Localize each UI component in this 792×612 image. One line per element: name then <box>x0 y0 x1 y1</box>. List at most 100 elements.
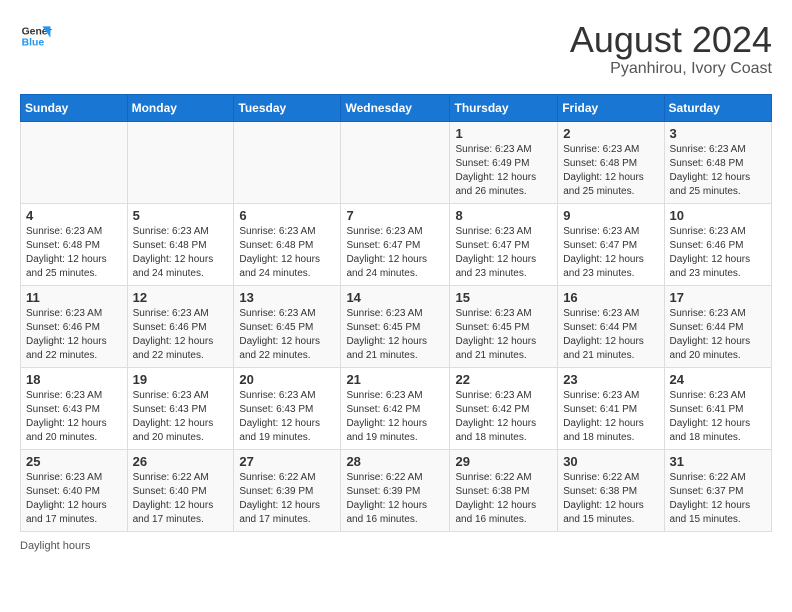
calendar-week-row: 11 Sunrise: 6:23 AM Sunset: 6:46 PM Dayli… <box>21 285 772 367</box>
calendar-day-header: Sunday <box>21 94 128 121</box>
logo-icon: General Blue <box>20 20 52 52</box>
day-info: Sunrise: 6:23 AM Sunset: 6:48 PM Dayligh… <box>133 225 229 281</box>
calendar-cell: 30Sunrise: 6:22 AM Sunset: 6:38 PM Dayli… <box>558 449 664 531</box>
calendar-day-header: Thursday <box>450 94 558 121</box>
day-info: Sunrise: 6:23 AM Sunset: 6:48 PM Dayligh… <box>563 143 658 199</box>
calendar-cell: 19 Sunrise: 6:23 AM Sunset: 6:43 PM Dayli… <box>127 367 234 449</box>
calendar-cell: 4Sunrise: 6:23 AM Sunset: 6:48 PM Daylig… <box>21 203 128 285</box>
calendar-cell: 2 Sunrise: 6:23 AM Sunset: 6:48 PM Daylig… <box>558 121 664 203</box>
day-number: 8 <box>455 208 552 223</box>
calendar-cell: 31Sunrise: 6:22 AM Sunset: 6:37 PM Dayli… <box>664 449 771 531</box>
day-info: Sunrise: 6:22 AM Sunset: 6:38 PM Dayligh… <box>455 471 552 527</box>
day-number: 13 <box>239 290 335 305</box>
day-number: 25 <box>26 454 122 469</box>
calendar-cell: 1 Sunrise: 6:23 AM Sunset: 6:49 PM Daylig… <box>450 121 558 203</box>
day-number: 1 <box>455 126 552 141</box>
calendar-cell: 10Sunrise: 6:23 AM Sunset: 6:46 PM Dayli… <box>664 203 771 285</box>
day-info: Sunrise: 6:23 AM Sunset: 6:43 PM Dayligh… <box>239 389 335 445</box>
svg-text:Blue: Blue <box>22 38 45 49</box>
footer-text: Daylight hours <box>20 540 90 552</box>
calendar-cell: 22Sunrise: 6:23 AM Sunset: 6:42 PM Dayli… <box>450 367 558 449</box>
logo: General Blue <box>20 20 52 52</box>
day-info: Sunrise: 6:23 AM Sunset: 6:41 PM Dayligh… <box>563 389 658 445</box>
calendar-table: SundayMondayTuesdayWednesdayThursdayFrid… <box>20 94 772 532</box>
calendar-cell: 13Sunrise: 6:23 AM Sunset: 6:45 PM Dayli… <box>234 285 341 367</box>
calendar-cell: 26Sunrise: 6:22 AM Sunset: 6:40 PM Dayli… <box>127 449 234 531</box>
calendar-day-header: Monday <box>127 94 234 121</box>
day-number: 19 <box>133 372 229 387</box>
day-info: Sunrise: 6:23 AM Sunset: 6:46 PM Dayligh… <box>670 225 766 281</box>
title-block: August 2024 Pyanhirou, Ivory Coast <box>570 20 772 78</box>
day-number: 26 <box>133 454 229 469</box>
day-info: Sunrise: 6:23 AM Sunset: 6:48 PM Dayligh… <box>239 225 335 281</box>
page-title: August 2024 <box>570 20 772 60</box>
day-info: Sunrise: 6:23 AM Sunset: 6:44 PM Dayligh… <box>563 307 658 363</box>
calendar-day-header: Tuesday <box>234 94 341 121</box>
calendar-cell <box>341 121 450 203</box>
calendar-cell: 23 Sunrise: 6:23 AM Sunset: 6:41 PM Dayli… <box>558 367 664 449</box>
day-number: 23 <box>563 372 658 387</box>
day-number: 6 <box>239 208 335 223</box>
calendar-cell: 7Sunrise: 6:23 AM Sunset: 6:47 PM Daylig… <box>341 203 450 285</box>
footer: Daylight hours <box>20 540 772 552</box>
day-info: Sunrise: 6:23 AM Sunset: 6:44 PM Dayligh… <box>670 307 766 363</box>
day-number: 29 <box>455 454 552 469</box>
calendar-cell: 20Sunrise: 6:23 AM Sunset: 6:43 PM Dayli… <box>234 367 341 449</box>
calendar-cell: 16 Sunrise: 6:23 AM Sunset: 6:44 PM Dayli… <box>558 285 664 367</box>
day-info: Sunrise: 6:23 AM Sunset: 6:48 PM Dayligh… <box>670 143 766 199</box>
day-number: 16 <box>563 290 658 305</box>
calendar-cell: 12 Sunrise: 6:23 AM Sunset: 6:46 PM Dayli… <box>127 285 234 367</box>
calendar-cell <box>127 121 234 203</box>
calendar-week-row: 1 Sunrise: 6:23 AM Sunset: 6:49 PM Daylig… <box>21 121 772 203</box>
calendar-day-header: Friday <box>558 94 664 121</box>
day-number: 24 <box>670 372 766 387</box>
day-number: 14 <box>346 290 444 305</box>
day-info: Sunrise: 6:23 AM Sunset: 6:43 PM Dayligh… <box>133 389 229 445</box>
day-info: Sunrise: 6:23 AM Sunset: 6:47 PM Dayligh… <box>563 225 658 281</box>
calendar-cell: 21 Sunrise: 6:23 AM Sunset: 6:42 PM Dayli… <box>341 367 450 449</box>
calendar-week-row: 18 Sunrise: 6:23 AM Sunset: 6:43 PM Dayli… <box>21 367 772 449</box>
day-info: Sunrise: 6:22 AM Sunset: 6:37 PM Dayligh… <box>670 471 766 527</box>
day-number: 30 <box>563 454 658 469</box>
day-info: Sunrise: 6:23 AM Sunset: 6:49 PM Dayligh… <box>455 143 552 199</box>
day-number: 17 <box>670 290 766 305</box>
calendar-week-row: 25 Sunrise: 6:23 AM Sunset: 6:40 PM Dayli… <box>21 449 772 531</box>
day-number: 28 <box>346 454 444 469</box>
calendar-cell: 15Sunrise: 6:23 AM Sunset: 6:45 PM Dayli… <box>450 285 558 367</box>
day-number: 3 <box>670 126 766 141</box>
calendar-cell: 27 Sunrise: 6:22 AM Sunset: 6:39 PM Dayli… <box>234 449 341 531</box>
day-info: Sunrise: 6:22 AM Sunset: 6:39 PM Dayligh… <box>346 471 444 527</box>
calendar-day-header: Wednesday <box>341 94 450 121</box>
day-number: 7 <box>346 208 444 223</box>
day-number: 5 <box>133 208 229 223</box>
day-info: Sunrise: 6:23 AM Sunset: 6:41 PM Dayligh… <box>670 389 766 445</box>
day-number: 21 <box>346 372 444 387</box>
day-info: Sunrise: 6:23 AM Sunset: 6:42 PM Dayligh… <box>455 389 552 445</box>
day-info: Sunrise: 6:23 AM Sunset: 6:45 PM Dayligh… <box>455 307 552 363</box>
day-info: Sunrise: 6:23 AM Sunset: 6:42 PM Dayligh… <box>346 389 444 445</box>
day-number: 9 <box>563 208 658 223</box>
calendar-cell: 24 Sunrise: 6:23 AM Sunset: 6:41 PM Dayli… <box>664 367 771 449</box>
calendar-cell: 9 Sunrise: 6:23 AM Sunset: 6:47 PM Daylig… <box>558 203 664 285</box>
calendar-week-row: 4Sunrise: 6:23 AM Sunset: 6:48 PM Daylig… <box>21 203 772 285</box>
calendar-cell: 11Sunrise: 6:23 AM Sunset: 6:46 PM Dayli… <box>21 285 128 367</box>
day-info: Sunrise: 6:23 AM Sunset: 6:48 PM Dayligh… <box>26 225 122 281</box>
calendar-header-row: SundayMondayTuesdayWednesdayThursdayFrid… <box>21 94 772 121</box>
calendar-cell: 6 Sunrise: 6:23 AM Sunset: 6:48 PM Daylig… <box>234 203 341 285</box>
day-info: Sunrise: 6:23 AM Sunset: 6:43 PM Dayligh… <box>26 389 122 445</box>
day-info: Sunrise: 6:22 AM Sunset: 6:39 PM Dayligh… <box>239 471 335 527</box>
calendar-cell: 8Sunrise: 6:23 AM Sunset: 6:47 PM Daylig… <box>450 203 558 285</box>
day-number: 12 <box>133 290 229 305</box>
calendar-day-header: Saturday <box>664 94 771 121</box>
calendar-cell: 25 Sunrise: 6:23 AM Sunset: 6:40 PM Dayli… <box>21 449 128 531</box>
calendar-cell: 5 Sunrise: 6:23 AM Sunset: 6:48 PM Daylig… <box>127 203 234 285</box>
calendar-cell <box>234 121 341 203</box>
day-info: Sunrise: 6:23 AM Sunset: 6:40 PM Dayligh… <box>26 471 122 527</box>
day-info: Sunrise: 6:23 AM Sunset: 6:46 PM Dayligh… <box>133 307 229 363</box>
calendar-cell: 29 Sunrise: 6:22 AM Sunset: 6:38 PM Dayli… <box>450 449 558 531</box>
day-number: 11 <box>26 290 122 305</box>
day-number: 2 <box>563 126 658 141</box>
day-number: 27 <box>239 454 335 469</box>
calendar-cell <box>21 121 128 203</box>
day-number: 18 <box>26 372 122 387</box>
